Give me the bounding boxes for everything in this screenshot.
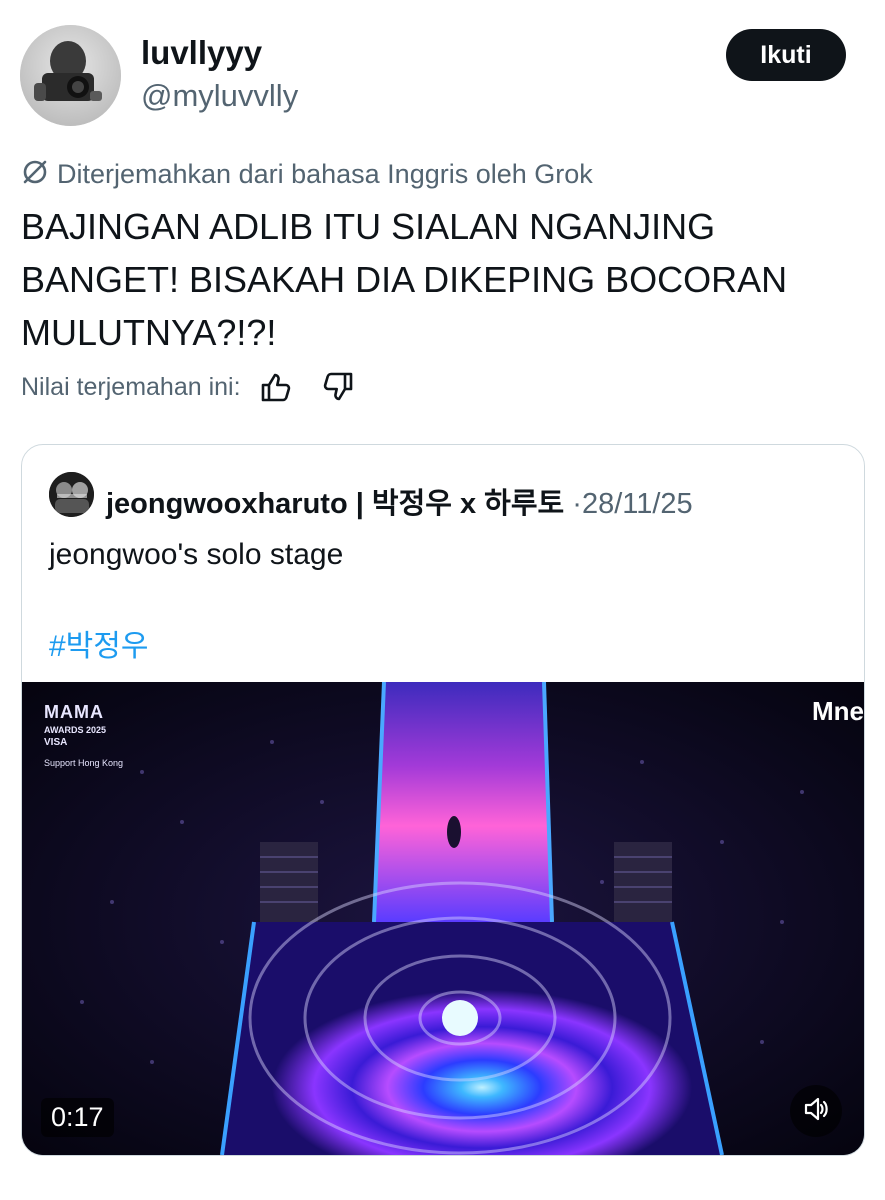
quoted-user-avatar[interactable] bbox=[49, 472, 94, 517]
quoted-date[interactable]: 28/11/25 bbox=[582, 488, 693, 520]
thumbs-down-icon[interactable] bbox=[321, 370, 355, 404]
mnet-logo: Mne bbox=[812, 696, 864, 726]
translate-slash-icon bbox=[21, 158, 49, 191]
quoted-avatar-photo bbox=[49, 472, 94, 517]
hashtag-link[interactable]: #박정우 bbox=[49, 621, 149, 665]
quoted-separator: · bbox=[572, 488, 582, 520]
thumbs-up-icon[interactable] bbox=[259, 370, 293, 404]
mute-button[interactable] bbox=[790, 1085, 842, 1137]
video-frame bbox=[22, 682, 864, 1155]
avatar-photo bbox=[20, 25, 121, 126]
user-handle[interactable]: @myluvvlly bbox=[141, 78, 298, 114]
video-player[interactable]: MAMA AWARDS 2025 VISA Support Hong Kong … bbox=[22, 682, 864, 1155]
quoted-tweet-text: jeongwoo's solo stage bbox=[49, 538, 344, 571]
quoted-user-name[interactable]: jeongwooxharuto | 박정우 x 하루토 bbox=[106, 488, 564, 520]
display-name[interactable]: luvllyyy bbox=[141, 34, 262, 72]
translation-notice: Diterjemahkan dari bahasa Inggris oleh G… bbox=[21, 158, 593, 191]
rate-translation: Nilai terjemahan ini: bbox=[21, 370, 355, 404]
mama-awards-logo: MAMA AWARDS 2025 VISA Support Hong Kong bbox=[44, 702, 124, 768]
tweet-text: BAJINGAN ADLIB ITU SIALAN NGANJING BANGE… bbox=[21, 206, 788, 353]
user-avatar[interactable] bbox=[20, 25, 121, 126]
quoted-tweet-card[interactable]: jeongwooxharuto | 박정우 x 하루토 ·28/11/25 je… bbox=[21, 444, 865, 1156]
video-duration: 0:17 bbox=[41, 1098, 114, 1137]
quoted-tweet-header: jeongwooxharuto | 박정우 x 하루토 ·28/11/25 bbox=[106, 480, 693, 522]
follow-button[interactable]: Ikuti bbox=[726, 29, 846, 81]
translation-notice-text: Diterjemahkan dari bahasa Inggris oleh G… bbox=[57, 159, 593, 189]
speaker-icon bbox=[802, 1095, 830, 1128]
rate-translation-label: Nilai terjemahan ini: bbox=[21, 372, 241, 401]
